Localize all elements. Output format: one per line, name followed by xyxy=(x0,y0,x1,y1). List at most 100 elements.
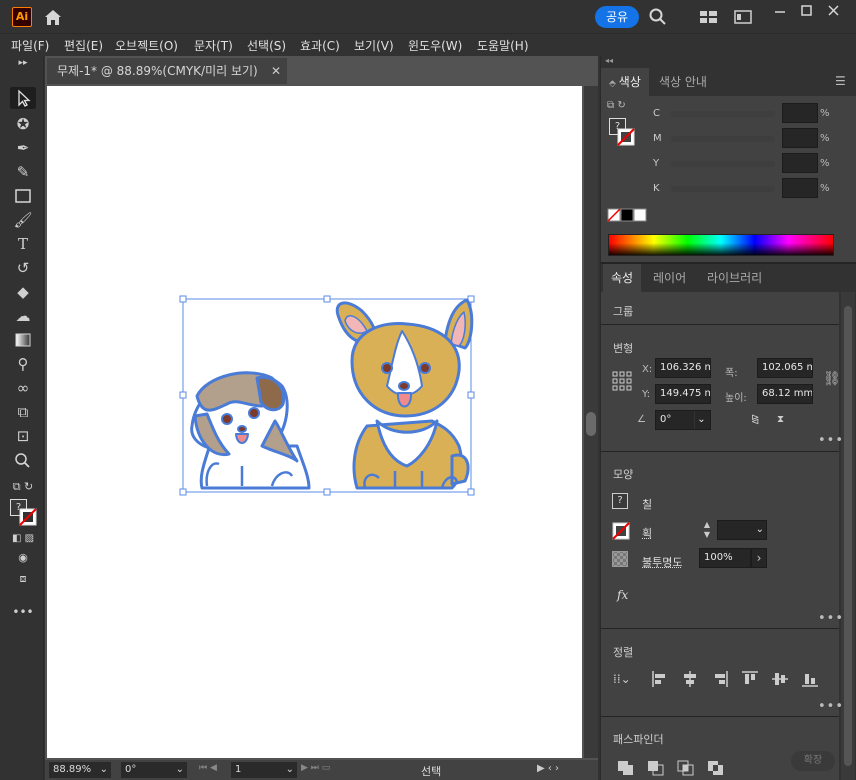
channel-c-input[interactable] xyxy=(782,103,818,123)
eraser-tool-icon[interactable]: ◆ xyxy=(10,281,36,303)
menu-file[interactable]: 파일(F) xyxy=(11,37,49,54)
zoom-field[interactable]: 88.89% ⌄ xyxy=(49,762,111,778)
panel-layout-icon[interactable] xyxy=(734,9,754,25)
default-fill-stroke-icon[interactable]: ⧉ ↻ xyxy=(10,476,36,498)
menu-object[interactable]: 오브젝트(O) xyxy=(115,37,178,54)
tab-color[interactable]: ⬘ 색상 xyxy=(601,68,649,96)
zoom-tool-icon[interactable] xyxy=(10,449,36,471)
align-vcenter-icon[interactable] xyxy=(771,670,789,691)
type-tool-icon[interactable]: T xyxy=(10,233,36,255)
align-to-icon[interactable]: ⁞⁞⌄ xyxy=(613,672,631,686)
width-input[interactable]: 102.065 m xyxy=(757,358,813,378)
flip-vertical-icon[interactable]: ⧗ xyxy=(777,414,784,425)
eyedropper-tool-icon[interactable]: ⚲ xyxy=(10,353,36,375)
channel-y-input[interactable] xyxy=(782,153,818,173)
stroke-label[interactable]: 획 xyxy=(642,525,652,541)
paintbrush-tool-icon[interactable]: 🖌 xyxy=(10,209,36,231)
pathfinder-intersect-icon[interactable] xyxy=(677,760,695,779)
color-fill-stroke-swatch[interactable]: ? xyxy=(609,118,635,146)
shape-builder-icon[interactable]: ⧉ xyxy=(10,401,36,423)
curvature-tool-icon[interactable]: ✎ xyxy=(10,161,36,183)
reference-point-icon[interactable] xyxy=(612,371,632,394)
menu-view[interactable]: 보기(V) xyxy=(354,37,394,54)
search-icon[interactable] xyxy=(648,7,668,27)
flip-horizontal-icon[interactable]: ⧎ xyxy=(751,414,759,425)
pathfinder-unite-icon[interactable] xyxy=(617,760,635,779)
selection-tool-icon[interactable] xyxy=(10,87,36,109)
tab-color-guide[interactable]: 색상 안내 xyxy=(651,68,715,96)
minimize-button[interactable] xyxy=(768,2,792,20)
opacity-input[interactable]: 100% xyxy=(699,548,751,568)
align-top-icon[interactable] xyxy=(741,670,759,691)
align-left-icon[interactable] xyxy=(651,670,669,691)
tab-libraries[interactable]: 라이브러리 xyxy=(699,264,770,292)
opacity-label[interactable]: 불투명도 xyxy=(642,554,682,570)
fill-stroke-swatch[interactable]: ? xyxy=(10,499,37,527)
fx-icon[interactable]: fx xyxy=(617,588,628,602)
color-spectrum[interactable] xyxy=(608,234,834,256)
menu-window[interactable]: 윈도우(W) xyxy=(408,37,462,54)
pathfinder-minus-front-icon[interactable] xyxy=(647,760,665,779)
channel-m-slider[interactable] xyxy=(671,136,775,142)
align-right-icon[interactable] xyxy=(711,670,729,691)
stroke-weight-stepper[interactable]: ▲ ▼ xyxy=(699,520,715,540)
channel-k-input[interactable] xyxy=(782,178,818,198)
fill-swatch[interactable]: ? xyxy=(612,493,628,509)
rotate-tool-icon[interactable]: ↺ xyxy=(10,257,36,279)
rotation-field[interactable]: 0° ⌄ xyxy=(121,762,187,778)
opacity-arrow-icon[interactable]: › xyxy=(751,548,767,568)
workspace-switcher-icon[interactable] xyxy=(699,9,719,25)
panel-menu-icon[interactable]: ☰ xyxy=(835,74,846,88)
blend-tool-icon[interactable]: ∞ xyxy=(10,377,36,399)
share-button[interactable]: 공유 xyxy=(595,6,639,28)
expand-button[interactable]: 확장 xyxy=(791,751,835,771)
channel-y-slider[interactable] xyxy=(671,161,775,167)
panel-collapse-icon[interactable]: ◂◂ xyxy=(601,56,856,68)
menu-select[interactable]: 선택(S) xyxy=(247,37,286,54)
tab-layers[interactable]: 레이어 xyxy=(645,264,694,292)
channel-m-input[interactable] xyxy=(782,128,818,148)
first-page-icon[interactable]: ⏮ ◀ xyxy=(199,763,217,773)
channel-c-slider[interactable] xyxy=(671,111,775,117)
stroke-weight-input[interactable]: ⌄ xyxy=(717,520,767,540)
gradient-tool-icon[interactable] xyxy=(10,329,36,351)
status-arrows[interactable]: ▶ ‹ › xyxy=(537,763,559,774)
y-input[interactable]: 149.475 m xyxy=(655,384,711,404)
artwork-canvas[interactable] xyxy=(47,86,582,758)
menu-edit[interactable]: 편집(E) xyxy=(64,37,103,54)
artboard-tool-icon[interactable]: ⊡ xyxy=(10,425,36,447)
scrollbar-thumb[interactable] xyxy=(586,412,596,436)
page-field[interactable]: 1 ⌄ xyxy=(231,762,297,778)
stroke-swatch[interactable] xyxy=(612,522,630,543)
warp-tool-icon[interactable]: ☁ xyxy=(10,305,36,327)
next-page-icon[interactable]: ▶ ⏭ ▭ xyxy=(301,763,330,773)
maximize-button[interactable] xyxy=(795,2,819,20)
channel-k-slider[interactable] xyxy=(671,186,775,192)
align-bottom-icon[interactable] xyxy=(801,670,819,691)
rectangle-tool-icon[interactable] xyxy=(10,185,36,207)
edit-toolbar-icon[interactable]: ••• xyxy=(10,601,36,623)
x-input[interactable]: 106.326 m xyxy=(655,358,711,378)
tab-properties[interactable]: 속성 xyxy=(603,264,642,292)
angle-input[interactable]: 0° ⌄ xyxy=(655,410,711,430)
pathfinder-exclude-icon[interactable] xyxy=(707,760,725,779)
pen-tool-icon[interactable]: ✒ xyxy=(10,137,36,159)
transform-more-icon[interactable]: ••• xyxy=(818,433,844,448)
close-button[interactable] xyxy=(822,2,846,20)
draw-mode-icon[interactable]: ◉ xyxy=(10,547,36,569)
menu-help[interactable]: 도움말(H) xyxy=(477,37,529,54)
close-tab-icon[interactable]: ✕ xyxy=(271,58,281,84)
screen-mode-icon[interactable]: ⧈ xyxy=(10,568,36,590)
swap-fill-stroke-icon[interactable]: ⧉ ↻ xyxy=(607,100,626,111)
menu-effect[interactable]: 효과(C) xyxy=(300,37,340,54)
menu-type[interactable]: 문자(T) xyxy=(194,37,233,54)
properties-scroll-thumb[interactable] xyxy=(844,306,852,766)
align-hcenter-icon[interactable] xyxy=(681,670,699,691)
height-input[interactable]: 68.12 mm xyxy=(757,384,813,404)
appearance-more-icon[interactable]: ••• xyxy=(818,611,844,626)
home-icon[interactable] xyxy=(42,7,64,27)
magic-wand-icon[interactable]: ✪ xyxy=(10,113,36,135)
constrain-proportions-icon[interactable]: ⛓ xyxy=(823,371,841,387)
document-tab[interactable]: 무제-1* @ 88.89%(CMYK/미리 보기) ✕ xyxy=(47,58,287,84)
align-more-icon[interactable]: ••• xyxy=(818,699,844,714)
